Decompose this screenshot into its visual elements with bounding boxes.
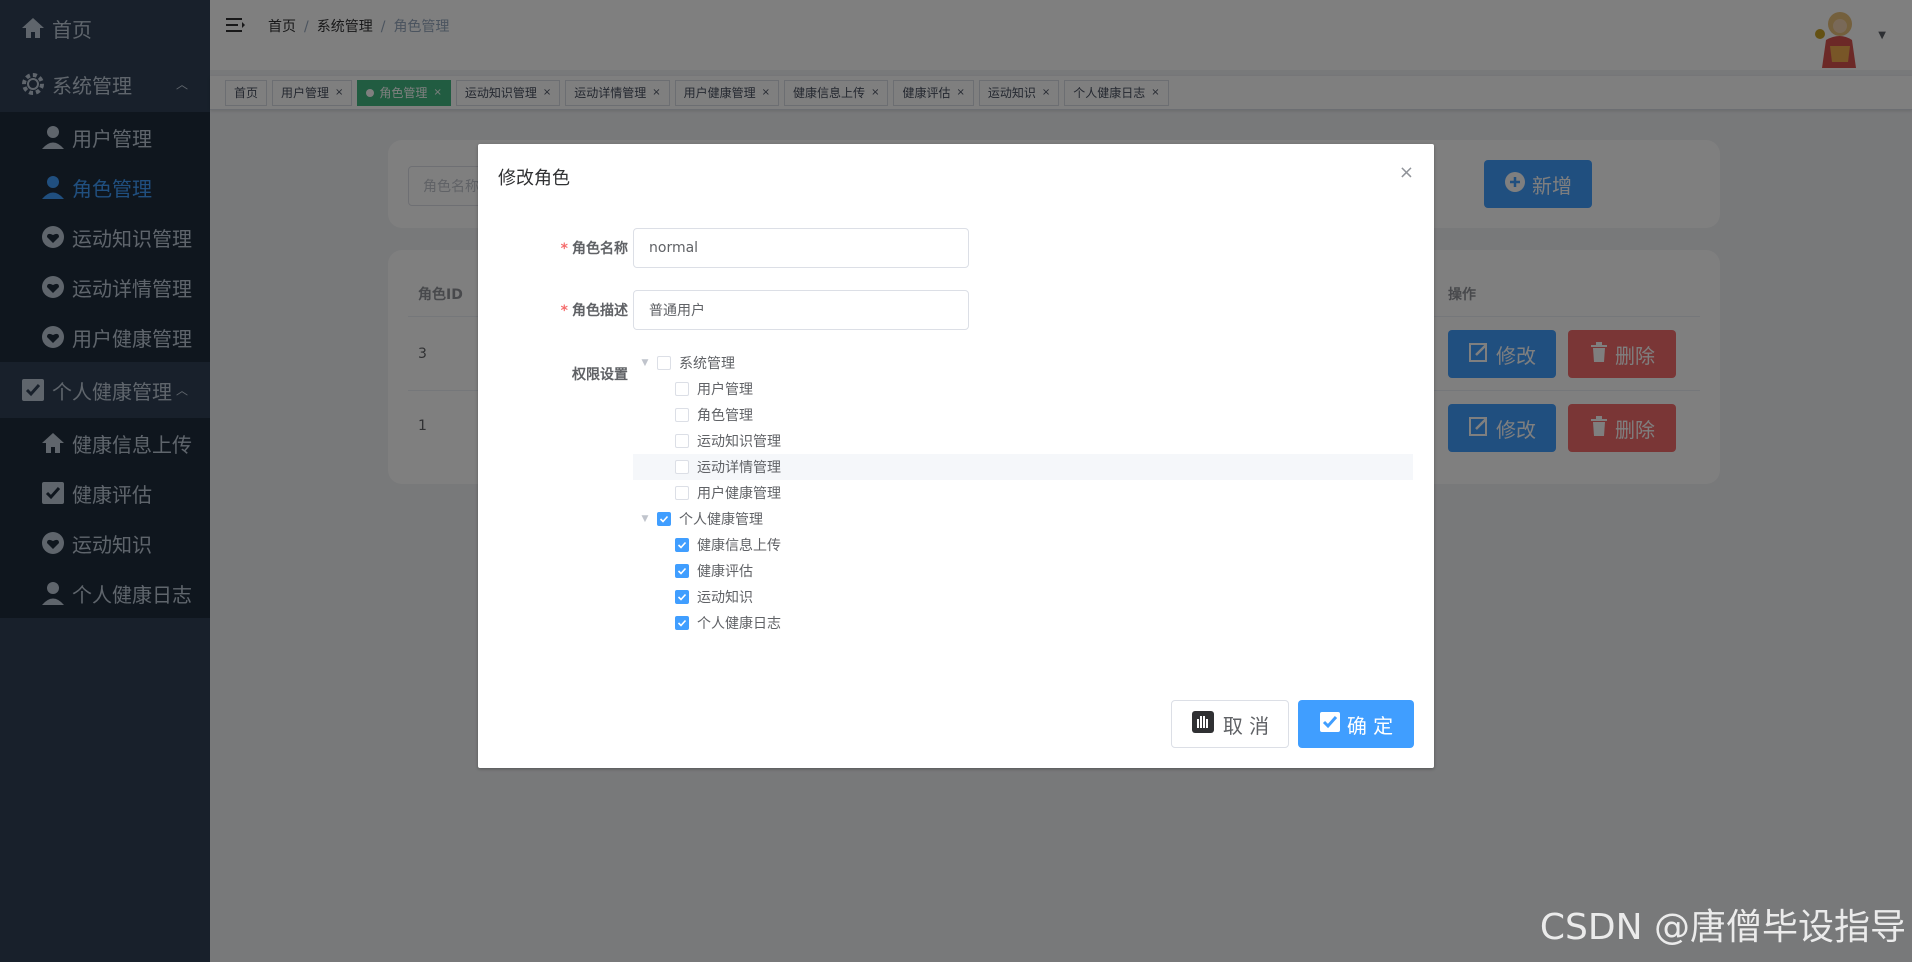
checkbox[interactable] — [675, 590, 689, 604]
permission-tree: ▼ 系统管理用户管理角色管理运动知识管理 运动详情管理 用户健康管理 ▼ 个人健康管理健康… — [633, 350, 1413, 636]
hand-icon — [1191, 710, 1215, 739]
checkbox[interactable] — [675, 434, 689, 448]
tree-node-label: 健康评估 — [697, 564, 753, 580]
tree-node[interactable]: 运动知识 — [633, 584, 1413, 610]
checkbox[interactable] — [675, 564, 689, 578]
checkbox[interactable] — [675, 408, 689, 422]
edit-role-dialog: 修改角色 × * 角色名称 normal * 角色描述 普通用户 权限设置 ▼ 系统管… — [478, 144, 1434, 768]
tree-node-label: 运动知识管理 — [697, 434, 781, 450]
watermark: CSDN @唐僧毕设指导 — [1539, 907, 1906, 948]
tree-node-label: 系统管理 — [679, 356, 735, 372]
tree-node-label: 用户健康管理 — [697, 486, 781, 502]
confirm-button-label: 确 定 — [1346, 713, 1394, 738]
caret-down-icon[interactable]: ▼ — [633, 358, 657, 368]
tree-node[interactable]: 用户健康管理 — [633, 480, 1413, 506]
close-icon[interactable]: × — [1399, 162, 1414, 183]
permission-label: 权限设置 — [572, 367, 628, 383]
caret-down-icon[interactable]: ▼ — [633, 514, 657, 524]
checkbox[interactable] — [675, 382, 689, 396]
checkbox[interactable] — [675, 538, 689, 552]
role-name-label: * 角色名称 — [560, 241, 628, 257]
checkbox[interactable] — [657, 512, 671, 526]
tree-node-label: 健康信息上传 — [697, 538, 781, 554]
checkbox[interactable] — [657, 356, 671, 370]
checkbox[interactable] — [675, 616, 689, 630]
tree-node-label: 运动知识 — [697, 590, 753, 606]
tree-node[interactable]: 健康信息上传 — [633, 532, 1413, 558]
tree-node[interactable]: 角色管理 — [633, 402, 1413, 428]
tree-node[interactable]: ▼ 系统管理 — [633, 350, 1413, 376]
tree-node-label: 运动详情管理 — [697, 460, 781, 476]
tree-node[interactable]: ▼ 个人健康管理 — [633, 506, 1413, 532]
tree-node-label: 角色管理 — [697, 408, 753, 424]
tree-node[interactable]: 健康评估 — [633, 558, 1413, 584]
check-square-icon — [1319, 711, 1341, 738]
tree-node-label: 个人健康日志 — [697, 616, 781, 632]
tree-node-label: 个人健康管理 — [679, 512, 763, 528]
tree-node[interactable]: 个人健康日志 — [633, 610, 1413, 636]
cancel-button[interactable]: 取 消 — [1171, 700, 1289, 748]
tree-node[interactable]: 运动详情管理 — [633, 454, 1413, 480]
role-name-input[interactable]: normal — [633, 228, 969, 268]
checkbox[interactable] — [675, 460, 689, 474]
tree-node-label: 用户管理 — [697, 382, 753, 398]
checkbox[interactable] — [675, 486, 689, 500]
role-desc-label: * 角色描述 — [560, 303, 628, 319]
confirm-button[interactable]: 确 定 — [1298, 700, 1414, 748]
cancel-button-label: 取 消 — [1222, 713, 1270, 738]
dialog-title: 修改角色 — [498, 168, 570, 189]
tree-node[interactable]: 用户管理 — [633, 376, 1413, 402]
role-desc-input[interactable]: 普通用户 — [633, 290, 969, 330]
tree-node[interactable]: 运动知识管理 — [633, 428, 1413, 454]
